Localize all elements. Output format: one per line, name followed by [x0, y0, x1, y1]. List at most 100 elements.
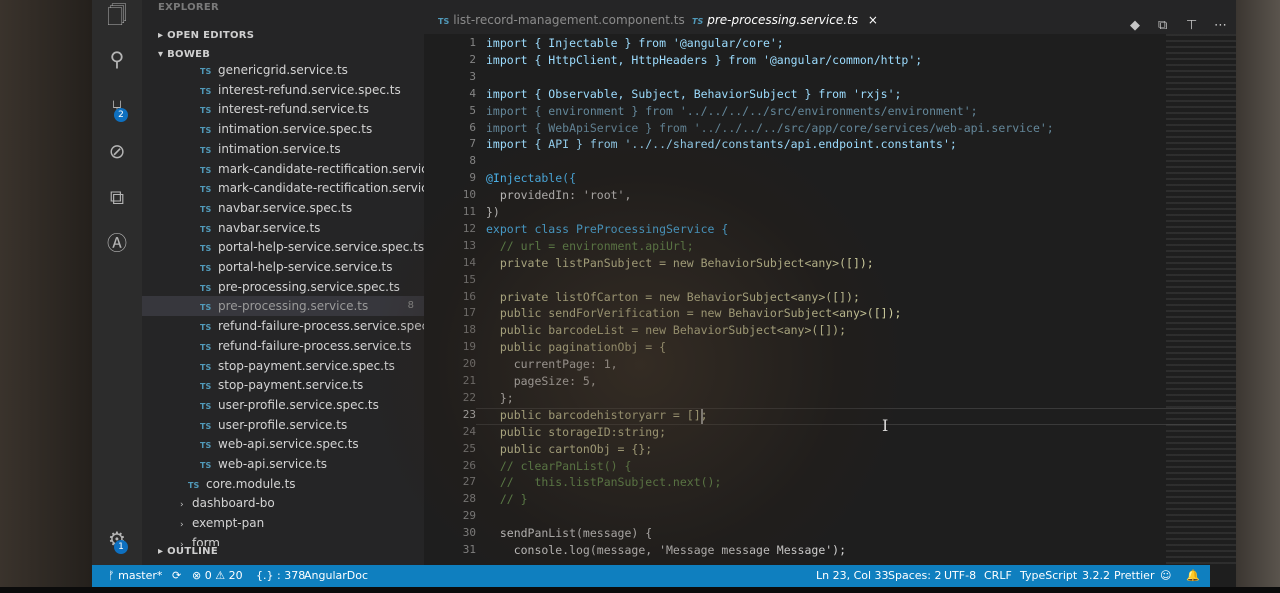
encoding[interactable]: UTF-8: [944, 565, 976, 587]
line-number: 2: [469, 52, 476, 66]
ts-file-icon: TS: [200, 303, 212, 313]
angular-doc-button[interactable]: AngularDoc: [304, 565, 368, 587]
tab-label: pre-processing.service.ts: [707, 13, 858, 27]
extensions-icon[interactable]: ⧉: [104, 184, 130, 210]
code-line: public paginationObj = {: [486, 340, 667, 355]
file-item[interactable]: TS interest-refund.service.ts: [142, 99, 424, 119]
file-item[interactable]: TS navbar.service.spec.ts: [142, 198, 424, 218]
file-item[interactable]: TS mark-candidate-rectification.service.s…: [142, 159, 424, 179]
file-item[interactable]: TS portal-help-service.service.spec.ts: [142, 237, 424, 257]
split-editor-icon[interactable]: ⧉: [1158, 18, 1167, 33]
line-number: 21: [462, 374, 476, 387]
branch-indicator[interactable]: ᚠ master*: [108, 565, 162, 587]
code-line: import { Injectable } from '@angular/cor…: [486, 36, 784, 50]
line-number-gutter: 1 2 3 4 5 6 7 8 9 10 11 12 13 14 15 16 17 18 19 20 21 22 23 24 2…: [424, 34, 476, 565]
files-icon[interactable]: 🗍: [104, 2, 130, 28]
cursor-position[interactable]: Ln 23, Col 33: [816, 565, 889, 587]
prettier-formatter[interactable]: Prettier: [1114, 565, 1154, 587]
file-label: portal-help-service.service.ts: [218, 260, 393, 274]
position-info[interactable]: {.} : 378: [256, 565, 305, 587]
code-line: import { API } from '../../shared/consta…: [486, 137, 957, 152]
tab-list-record-management[interactable]: TS list-record-management.component.ts: [438, 0, 685, 34]
tab-pre-processing-service[interactable]: TS pre-processing.service.ts ×: [692, 0, 878, 34]
code-line: public barcodeList = new BehaviorSubject…: [486, 323, 847, 338]
code-line: public cartonObj = {};: [486, 441, 653, 456]
language-mode[interactable]: TypeScript: [1020, 565, 1077, 587]
file-item[interactable]: TS core.module.ts: [142, 474, 424, 494]
chevron-right-icon: ›: [180, 500, 184, 511]
file-label: mark-candidate-rectification.service.ts: [218, 181, 424, 196]
line-number: 20: [462, 357, 476, 371]
preview-icon[interactable]: ⊤: [1186, 18, 1197, 33]
line-number: 4: [469, 86, 476, 100]
close-icon[interactable]: ×: [868, 13, 878, 27]
file-item[interactable]: TS stop-payment.service.spec.ts: [142, 356, 424, 376]
angular-icon[interactable]: Ⓐ: [104, 230, 130, 256]
file-item[interactable]: TS user-profile.service.spec.ts: [142, 395, 424, 415]
ts-file-icon: TS: [200, 185, 212, 195]
file-item[interactable]: TS stop-payment.service.ts: [142, 375, 424, 395]
file-item[interactable]: TS portal-help-service.service.ts: [142, 257, 424, 277]
more-actions-icon[interactable]: ⋯: [1214, 18, 1227, 33]
code-line: import { environment } from '../../../..…: [486, 103, 978, 118]
file-label: user-profile.service.ts: [218, 417, 348, 432]
text-caret: [701, 409, 703, 424]
file-item[interactable]: TS web-api.service.ts: [142, 454, 424, 474]
minimap[interactable]: [1166, 34, 1236, 565]
ts-version[interactable]: 3.2.2: [1082, 565, 1110, 587]
feedback-icon[interactable]: ☺: [1160, 565, 1171, 587]
code-line: // }: [486, 492, 528, 507]
file-item[interactable]: TS genericgrid.service.ts: [142, 60, 424, 80]
ts-file-icon: TS: [200, 224, 212, 234]
line-ending[interactable]: CRLF: [984, 565, 1012, 587]
file-item[interactable]: TS user-profile.service.ts: [142, 415, 424, 435]
file-item[interactable]: TS pre-processing.service.ts 8: [142, 296, 424, 317]
outline-section[interactable]: ▸ OUTLINE: [158, 546, 424, 557]
file-item[interactable]: TS refund-failure-process.service.spec.ts: [142, 316, 424, 336]
taskbar: [0, 587, 1280, 593]
explorer-sidebar: EXPLORER ▸ OPEN EDITORS ▾ BOWEB TS generi…: [142, 0, 424, 565]
error-count: 0: [204, 569, 212, 582]
folder-item[interactable]: › exempt-pan: [142, 513, 424, 533]
code-line: currentPage: 1,: [486, 357, 618, 372]
line-number: 10: [462, 188, 476, 202]
debug-icon[interactable]: ⊘: [104, 138, 130, 164]
line-number: 31: [462, 543, 476, 556]
code-line: private listOfCarton = new BehaviorSubje…: [486, 289, 860, 304]
file-label: stop-payment.service.spec.ts: [218, 358, 395, 373]
file-item[interactable]: TS refund-failure-process.service.ts: [142, 336, 424, 356]
code-line: public sendForVerification = new Behavio…: [486, 306, 902, 321]
file-item[interactable]: TS pre-processing.service.spec.ts: [142, 277, 424, 297]
problems-indicator[interactable]: ⊗ 0 ⚠ 20: [192, 565, 243, 587]
line-number: 30: [462, 526, 476, 540]
project-section[interactable]: ▾ BOWEB: [158, 49, 210, 60]
indentation[interactable]: Spaces: 2: [888, 565, 941, 587]
explorer-title: EXPLORER: [158, 2, 220, 13]
search-icon[interactable]: ⚲: [104, 46, 130, 72]
file-label: genericgrid.service.ts: [218, 63, 348, 77]
code-line: // clearPanList() {: [486, 458, 632, 473]
line-number: 25: [462, 441, 476, 455]
file-item[interactable]: TS interest-refund.service.spec.ts: [142, 80, 424, 100]
notifications-bell-icon[interactable]: 🔔: [1186, 565, 1200, 587]
activity-bar: 🗍 ⚲ ⑂ 2 ⊘ ⧉ Ⓐ ⚙ 1: [92, 0, 142, 565]
file-item[interactable]: TS intimation.service.spec.ts: [142, 119, 424, 139]
sync-icon[interactable]: ⟳: [172, 565, 181, 587]
code-line: }): [486, 205, 500, 219]
warning-count: 20: [228, 569, 243, 582]
code-line: console.log(message, 'Message message Me…: [486, 543, 847, 557]
open-editors-section[interactable]: ▸ OPEN EDITORS: [158, 30, 254, 41]
folder-item[interactable]: › dashboard-bo: [142, 493, 424, 513]
code-editor[interactable]: 1 2 3 4 5 6 7 8 9 10 11 12 13 14 15 16 17 18 19 20 21 22 23 24 2…: [424, 34, 1236, 565]
file-item[interactable]: TS web-api.service.spec.ts: [142, 434, 424, 454]
line-number: 27: [462, 475, 476, 489]
laptop-screen: 🗍 ⚲ ⑂ 2 ⊘ ⧉ Ⓐ ⚙ 1 EXPLORER ▸ OPEN EDITOR…: [0, 0, 1280, 593]
file-item[interactable]: TS intimation.service.ts: [142, 139, 424, 159]
line-number: 5: [469, 103, 476, 117]
screen-bezel-left: [0, 0, 92, 593]
open-changes-icon[interactable]: ◆: [1130, 18, 1140, 33]
file-item[interactable]: TS mark-candidate-rectification.service.t…: [142, 178, 424, 198]
file-item[interactable]: TS navbar.service.ts: [142, 218, 424, 238]
line-number: 17: [462, 306, 476, 320]
file-label: exempt-pan: [192, 516, 265, 531]
